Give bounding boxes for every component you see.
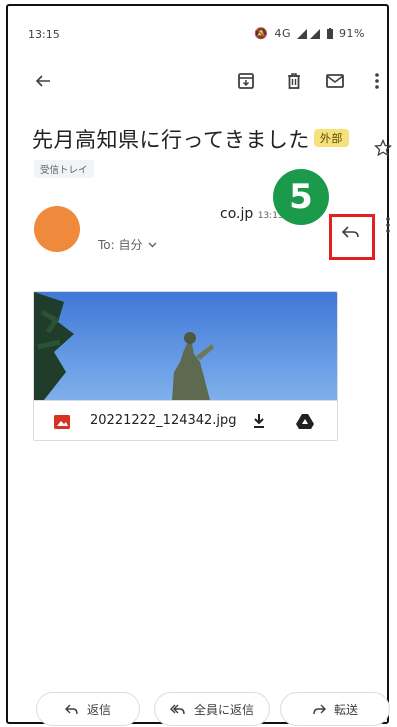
avatar[interactable] bbox=[34, 206, 80, 252]
arrow-left-icon bbox=[35, 75, 50, 87]
recipient-toggle[interactable]: To: 自分 bbox=[98, 236, 157, 253]
attachment-footer: 20221222_124342.jpg bbox=[34, 400, 337, 440]
mute-icon: 🔕 bbox=[254, 27, 269, 40]
step-number-badge: 5 bbox=[273, 169, 329, 225]
reply-all-icon bbox=[169, 704, 185, 714]
forward-icon bbox=[313, 704, 326, 714]
trash-icon bbox=[288, 73, 300, 89]
reply-icon bbox=[341, 226, 359, 238]
external-badge: 外部 bbox=[313, 129, 349, 147]
image-file-icon bbox=[54, 415, 70, 429]
star-icon bbox=[374, 139, 392, 157]
reply-all-pill-button[interactable]: 全員に返信 bbox=[154, 692, 270, 726]
reply-all-label: 全員に返信 bbox=[193, 702, 254, 717]
star-button[interactable] bbox=[374, 139, 392, 157]
battery-icon bbox=[327, 28, 334, 39]
mark-unread-button[interactable] bbox=[325, 72, 345, 90]
delete-button[interactable] bbox=[285, 72, 303, 90]
reply-pill-button[interactable]: 返信 bbox=[36, 692, 140, 726]
attachment-preview-image bbox=[34, 292, 337, 400]
attachment-card[interactable]: 20221222_124342.jpg bbox=[33, 291, 338, 441]
chevron-down-icon bbox=[148, 242, 156, 247]
battery-level: 91% bbox=[339, 27, 365, 40]
more-options-button[interactable] bbox=[374, 72, 380, 90]
drive-icon bbox=[296, 414, 314, 429]
sender-info[interactable]: co.jp 13:13 bbox=[220, 206, 284, 222]
attachment-file-name: 20221222_124342.jpg bbox=[90, 413, 237, 428]
archive-icon bbox=[238, 73, 254, 89]
forward-label: 転送 bbox=[333, 702, 358, 717]
more-vertical-icon bbox=[386, 217, 390, 233]
archive-button[interactable] bbox=[237, 72, 255, 90]
forward-pill-button[interactable]: 転送 bbox=[280, 692, 390, 726]
to-label: To: 自分 bbox=[98, 238, 143, 252]
status-icons: 🔕 4G 91% bbox=[254, 27, 365, 40]
sender-domain: co.jp bbox=[220, 206, 254, 222]
more-vertical-icon bbox=[375, 73, 379, 89]
save-to-drive-button[interactable] bbox=[296, 413, 314, 429]
reply-icon bbox=[64, 704, 78, 714]
message-more-button[interactable] bbox=[385, 216, 391, 234]
reply-button[interactable] bbox=[341, 224, 361, 240]
network-label: 4G bbox=[274, 27, 292, 40]
status-time: 13:15 bbox=[28, 28, 60, 41]
signal-icon bbox=[297, 28, 321, 39]
phone-screen: 13:15 🔕 4G 91% 先月高知県に行ってきました 外部 受信トレイ co… bbox=[6, 4, 392, 726]
download-button[interactable] bbox=[251, 412, 267, 430]
email-subject: 先月高知県に行ってきました 外部 bbox=[32, 124, 349, 154]
reply-label: 返信 bbox=[86, 702, 111, 717]
download-icon bbox=[254, 414, 264, 428]
inbox-label-chip[interactable]: 受信トレイ bbox=[34, 160, 94, 178]
back-button[interactable] bbox=[34, 72, 52, 90]
subject-text: 先月高知県に行ってきました bbox=[32, 128, 310, 152]
mail-icon bbox=[326, 74, 344, 88]
